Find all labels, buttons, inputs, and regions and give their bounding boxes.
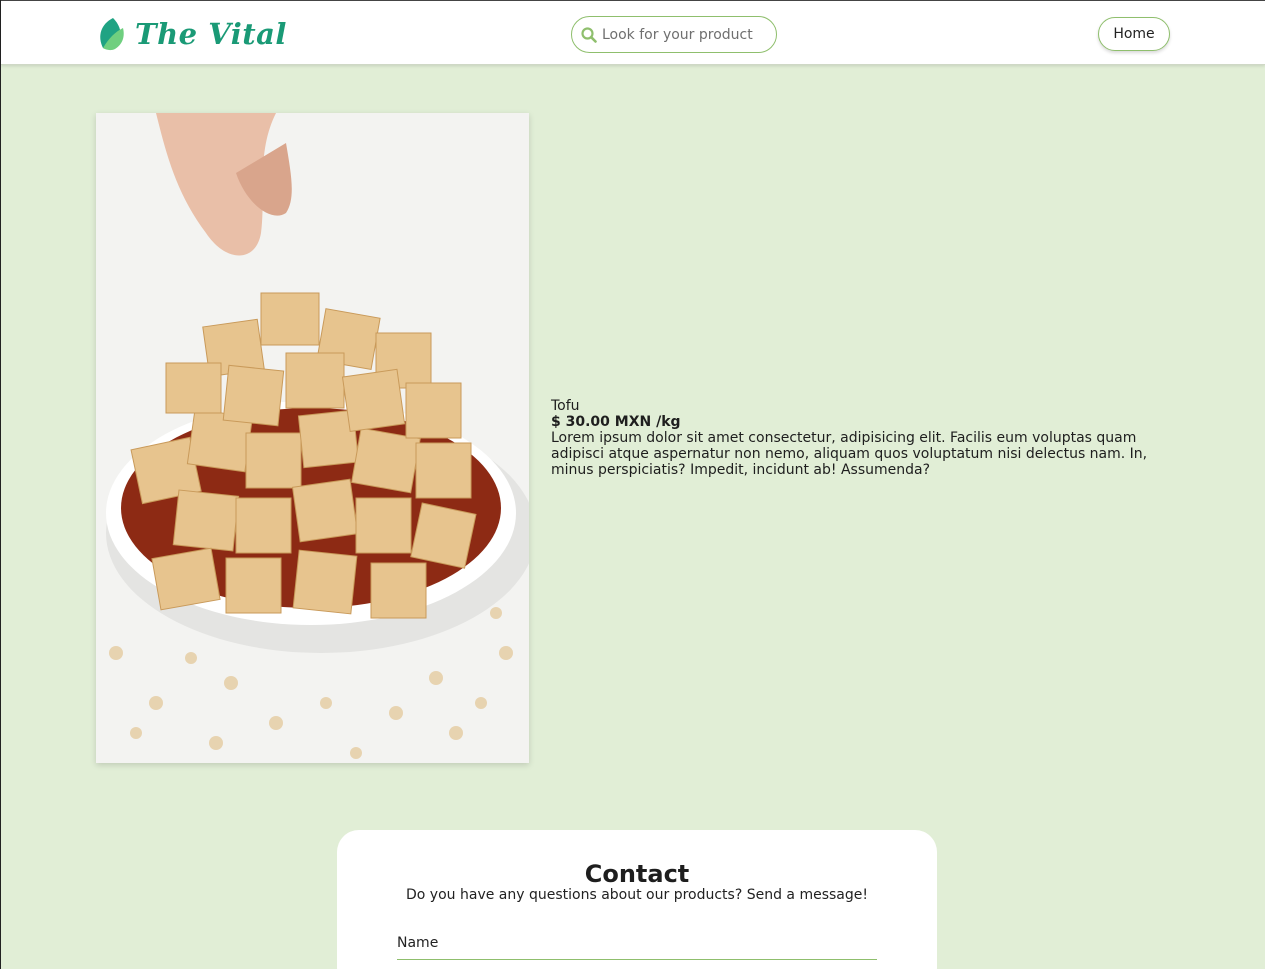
search-box[interactable] xyxy=(571,16,777,53)
leaf-icon xyxy=(100,18,124,51)
product-description: Lorem ipsum dolor sit amet consectetur, … xyxy=(551,430,1148,478)
top-navbar: The Vital Home xyxy=(1,0,1265,65)
search-icon xyxy=(581,26,597,43)
contact-title: Contact xyxy=(584,860,690,888)
home-button[interactable]: Home xyxy=(1098,17,1170,51)
search-input[interactable] xyxy=(602,26,762,43)
contact-subtitle: Do you have any questions about our prod… xyxy=(406,887,868,903)
product-details: Tofu $ 30.00 MXN /kg Lorem ipsum dolor s… xyxy=(551,398,1161,478)
product-image xyxy=(96,113,529,763)
product-price: $ 30.00 MXN /kg xyxy=(551,414,681,430)
contact-form-card: Contact Do you have any questions about … xyxy=(337,830,937,969)
brand-name: The Vital xyxy=(135,17,287,51)
product-name: Tofu xyxy=(551,398,580,414)
name-field[interactable] xyxy=(397,954,877,960)
brand-logo[interactable]: The Vital xyxy=(97,14,287,54)
name-field-label: Name xyxy=(397,935,439,951)
